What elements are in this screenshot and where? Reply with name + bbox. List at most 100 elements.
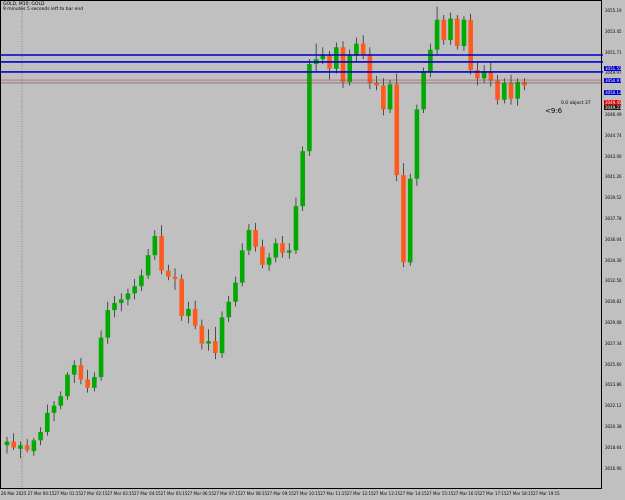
bull-candle	[273, 243, 279, 258]
time-tick: 27 Mar 00:15	[27, 491, 55, 496]
price-label-line-1: 3051.55	[604, 66, 622, 71]
bull-candle	[387, 84, 393, 110]
bull-candle	[421, 72, 426, 110]
bull-candle	[219, 317, 225, 354]
bear-candle	[401, 175, 406, 263]
bear-candle	[11, 441, 17, 448]
bull-candle	[407, 178, 413, 263]
time-tick: 27 Mar 17:15	[479, 491, 507, 496]
bull-candle	[118, 299, 124, 303]
bull-candle	[38, 432, 43, 441]
bull-candle	[307, 63, 312, 152]
price-tick: 3027.34	[605, 340, 622, 346]
bull-candle	[92, 377, 97, 388]
bull-candle	[145, 255, 151, 276]
price-tick: 3022.12	[605, 403, 622, 409]
bear-candle	[367, 54, 373, 84]
bear-candle	[522, 81, 527, 86]
ask-price-label: 3049.21	[604, 105, 622, 110]
price-tick: 3051.71	[605, 49, 622, 55]
price-tick: 3029.08	[605, 320, 622, 325]
bull-candle	[266, 257, 272, 265]
bear-candle	[192, 308, 198, 326]
bull-candle	[300, 151, 305, 207]
price-axis[interactable]: 3055.193053.453051.713049.973048.233046.…	[602, 0, 625, 489]
price-tick: 3016.90	[605, 465, 622, 471]
bull-candle	[246, 230, 252, 251]
bull-candle	[4, 441, 10, 446]
time-tick: 27 Mar 05:15	[160, 491, 188, 496]
bull-candle	[354, 43, 359, 56]
time-tick: 27 Mar 18:15	[506, 491, 534, 496]
time-tick: 27 Mar 09:15	[267, 491, 294, 496]
bull-candle	[31, 440, 37, 452]
time-tick: 27 Mar 11:15	[320, 491, 347, 496]
price-tick: 3053.45	[605, 28, 622, 34]
price-tick: 3039.52	[605, 195, 622, 201]
bull-candle	[226, 301, 232, 318]
bear-candle	[340, 47, 346, 82]
price-tick: 3030.82	[605, 299, 622, 305]
bear-candle	[24, 445, 30, 450]
bear-candle	[85, 379, 90, 388]
time-tick: 27 Mar 19:15	[533, 491, 560, 496]
bull-candle	[105, 310, 111, 338]
bull-candle	[414, 109, 420, 179]
price-tick: 3023.86	[605, 382, 622, 388]
price-tick: 3036.04	[605, 236, 622, 242]
bull-candle	[206, 341, 211, 344]
bull-candle	[71, 365, 77, 375]
bull-candle	[293, 206, 299, 251]
price-tick: 3037.78	[605, 216, 622, 222]
bull-candle	[461, 19, 467, 47]
bear-candle	[213, 341, 218, 354]
bear-candle	[253, 230, 258, 247]
bear-candle	[508, 83, 514, 99]
time-tick: 27 Mar 10:15	[293, 491, 321, 496]
bull-candle	[139, 275, 144, 287]
time-tick: 27 Mar 14:15	[400, 491, 427, 496]
time-tick: 27 Mar 04:15	[134, 491, 161, 496]
bear-candle	[374, 83, 379, 86]
bull-candle	[112, 302, 117, 311]
bull-candle	[347, 55, 353, 82]
chart-area[interactable]: GOLD, M10: GOLD 9 minutes 5 seconds left…	[0, 0, 603, 490]
price-label-line-2: 3050.97	[604, 78, 622, 83]
bear-candle	[165, 270, 171, 277]
bull-candle	[51, 405, 57, 413]
bull-candle	[233, 282, 238, 302]
price-tick: 3044.74	[605, 132, 622, 138]
bear-candle	[159, 236, 164, 271]
time-tick: 27 Mar 02:15	[80, 491, 108, 496]
bull-candle	[152, 236, 158, 256]
price-tick: 3055.19	[605, 8, 622, 13]
price-tick: 3018.64	[605, 444, 622, 450]
price-tick: 3046.49	[605, 111, 622, 117]
price-tick: 3034.30	[605, 257, 622, 263]
time-tick: 27 Mar 07:15	[213, 491, 241, 496]
bear-candle	[78, 365, 84, 380]
bull-candle	[448, 18, 453, 41]
bear-candle	[495, 80, 500, 100]
bull-candle	[98, 337, 104, 378]
time-tick: 27 Mar 15:15	[426, 491, 454, 496]
price-tick: 3049.97	[605, 70, 622, 76]
time-axis[interactable]: 26 Mar 2025 27 Mar 00:15 27 Mar 01:15 27 Ma…	[0, 489, 602, 500]
price-tick: 3025.60	[605, 361, 622, 367]
bear-candle	[381, 85, 386, 110]
time-tick: 27 Mar 03:15	[107, 491, 135, 496]
price-tick: 3020.38	[605, 423, 622, 429]
bear-candle	[179, 279, 185, 317]
time-tick: 27 Mar 06:15	[187, 491, 214, 496]
price-tick: 3043.00	[605, 153, 622, 159]
bear-candle	[441, 19, 447, 41]
time-tick: 27 Mar 01:15	[54, 491, 81, 496]
bear-candle	[394, 84, 400, 176]
bear-candle	[454, 18, 460, 47]
bear-candle	[172, 276, 178, 280]
bear-candle	[260, 246, 265, 265]
time-tick: 27 Mar 08:15	[240, 491, 268, 496]
bull-candle	[132, 286, 137, 294]
time-tick: 27 Mar 13:15	[373, 491, 401, 496]
bull-candle	[65, 374, 70, 397]
